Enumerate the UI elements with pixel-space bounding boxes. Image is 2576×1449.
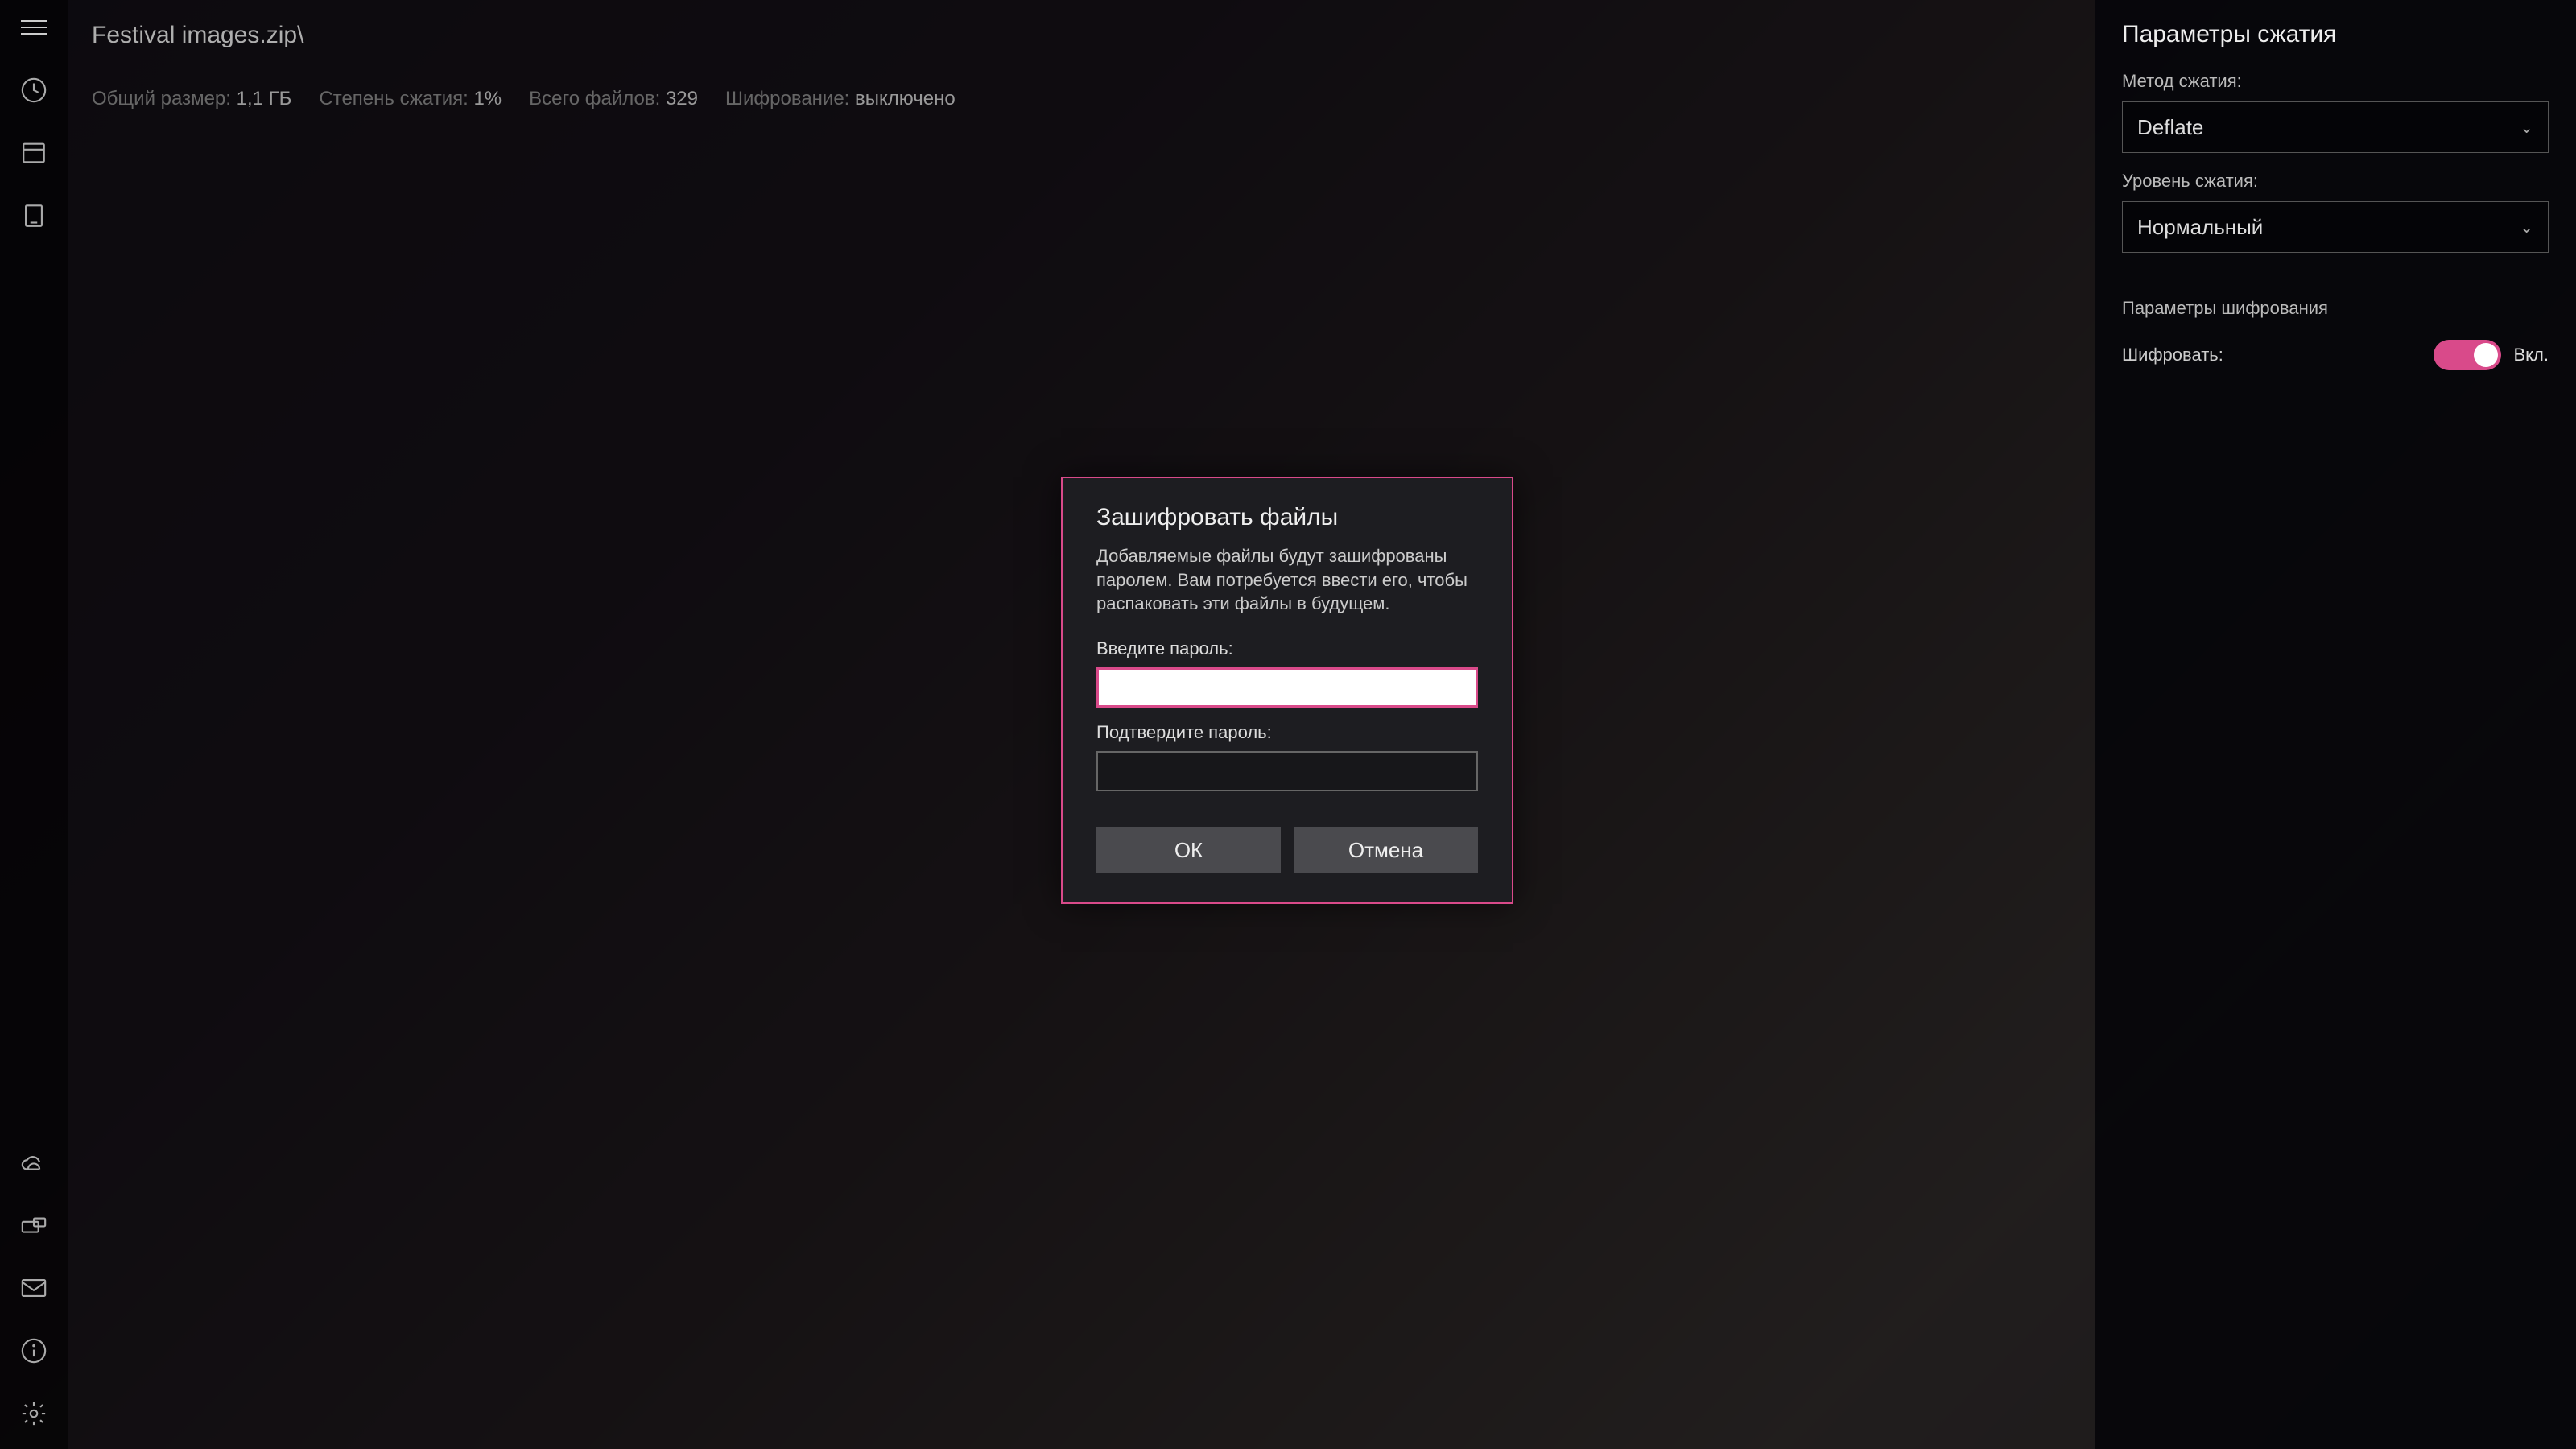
modal-overlay: Зашифровать файлы Добавляемые файлы буду… [0, 0, 2576, 1449]
encrypt-dialog: Зашифровать файлы Добавляемые файлы буду… [1061, 477, 1513, 904]
cancel-button[interactable]: Отмена [1294, 827, 1478, 873]
password-input[interactable] [1096, 667, 1478, 708]
confirm-label: Подтвердите пароль: [1096, 722, 1478, 743]
password-label: Введите пароль: [1096, 638, 1478, 659]
confirm-password-input[interactable] [1096, 751, 1478, 791]
dialog-title: Зашифровать файлы [1096, 504, 1478, 531]
dialog-desc: Добавляемые файлы будут зашифрованы паро… [1096, 544, 1478, 616]
ok-button[interactable]: ОК [1096, 827, 1281, 873]
